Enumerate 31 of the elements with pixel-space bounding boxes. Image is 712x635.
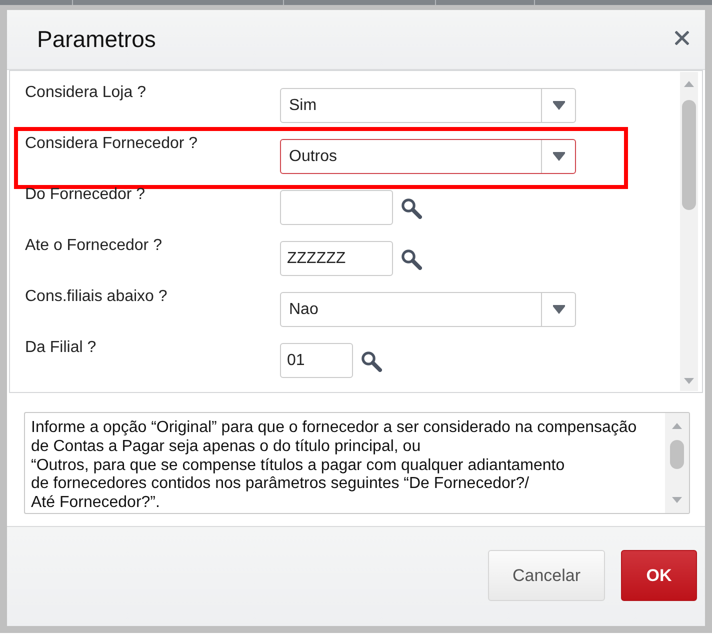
field-label: Ate o Fornecedor ? xyxy=(25,237,162,255)
field-label: Considera Fornecedor ? xyxy=(25,135,198,153)
scrollbar-track[interactable] xyxy=(665,413,689,513)
dropdown-field[interactable]: Sim xyxy=(280,88,576,123)
search-icon[interactable] xyxy=(401,198,422,219)
dropdown-field[interactable]: Nao xyxy=(280,292,576,327)
field-label: Do Fornecedor ? xyxy=(25,186,146,204)
cancel-button[interactable]: Cancelar xyxy=(488,550,605,601)
field-label: Considera Loja ? xyxy=(25,84,146,102)
caret-down-icon xyxy=(552,101,564,110)
scroll-down-arrow-icon[interactable] xyxy=(684,378,694,384)
field-label: Da Filial ? xyxy=(25,339,96,357)
text-field[interactable]: 01 xyxy=(280,343,353,378)
search-icon[interactable] xyxy=(401,249,422,270)
caret-down-icon xyxy=(552,152,564,161)
close-icon[interactable] xyxy=(675,31,689,45)
scrollbar-thumb[interactable] xyxy=(682,100,696,210)
scrollbar-thumb[interactable] xyxy=(670,440,684,469)
text-field[interactable] xyxy=(280,190,393,225)
caret-down-icon xyxy=(552,305,564,314)
scroll-up-arrow-icon[interactable] xyxy=(672,423,682,429)
scrollbar-track[interactable] xyxy=(680,72,698,391)
dialog-title: Parametros xyxy=(37,26,156,53)
help-text: Informe a opção “Original” para que o fornecedor a ser considerado na compensação de Contas a Pagar seja apenas o do título principal, ou “Outros, para que se compense títulos a pagar com qualquer adiantamento de fornecedores contidos nos parâmetros seguintes “De Fornecedor?/ Até Fornecedor?”. xyxy=(30,418,638,513)
dropdown-field[interactable]: Outros xyxy=(280,139,576,174)
ok-button[interactable]: OK xyxy=(621,550,697,601)
scroll-down-arrow-icon[interactable] xyxy=(672,497,682,503)
field-label: Cons.filiais abaixo ? xyxy=(25,288,168,306)
text-field[interactable]: ZZZZZZ xyxy=(280,241,393,276)
search-icon[interactable] xyxy=(361,351,382,372)
scroll-up-arrow-icon[interactable] xyxy=(684,81,694,87)
